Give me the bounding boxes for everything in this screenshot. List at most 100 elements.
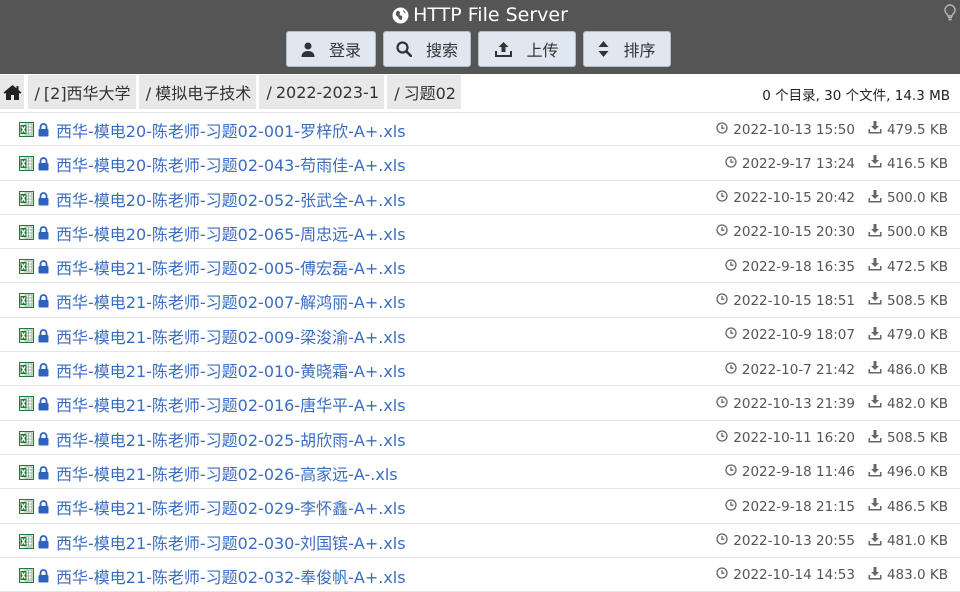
file-size: 416.5 KB (886, 155, 948, 172)
file-date: 2022-10-15 20:42 (733, 190, 855, 207)
file-name-link[interactable]: 西华-模电21-陈老师-习题02-026-高家远-A-.xls (56, 461, 398, 485)
download-icon[interactable] (868, 463, 882, 481)
file-name-link[interactable]: 西华-模电20-陈老师-习题02-065-周忠远-A+.xls (56, 221, 406, 245)
lock-icon (38, 156, 49, 175)
file-size: 500.0 KB (886, 190, 948, 207)
file-size: 486.0 KB (886, 361, 948, 378)
lock-icon (38, 293, 49, 312)
file-date: 2022-10-15 20:30 (733, 224, 855, 241)
file-row[interactable]: 西华-模电21-陈老师-习题02-025-胡欣雨-A+.xls 2022-10-1… (0, 421, 960, 455)
download-icon[interactable] (868, 361, 882, 378)
file-name-link[interactable]: 西华-模电20-陈老师-习题02-052-张武全-A+.xls (56, 187, 406, 211)
file-list: 西华-模电20-陈老师-习题02-001-罗梓欣-A+.xls 2022-10-1… (0, 112, 960, 592)
file-size: 508.5 KB (886, 430, 948, 447)
download-icon[interactable] (868, 258, 882, 275)
excel-file-icon (19, 464, 34, 484)
breadcrumb-label: 模拟电子技术 (155, 84, 252, 103)
lock-icon (38, 259, 49, 278)
download-icon[interactable] (868, 223, 882, 241)
file-row[interactable]: 西华-模电21-陈老师-习题02-007-解鸿丽-A+.xls 2022-10-1… (0, 283, 960, 318)
file-row[interactable]: 西华-模电21-陈老师-习题02-005-傅宏磊-A+.xls 2022-9-18… (0, 249, 960, 284)
file-size: 482.0 KB (886, 395, 948, 412)
lock-icon (38, 465, 49, 484)
file-name-link[interactable]: 西华-模电20-陈老师-习题02-043-苟雨佳-A+.xls (56, 152, 406, 176)
file-name-link[interactable]: 西华-模电21-陈老师-习题02-032-奉俊帆-A+.xls (56, 564, 406, 588)
lock-icon (38, 362, 49, 381)
file-row[interactable]: 西华-模电21-陈老师-习题02-010-黄晓霜-A+.xls 2022-10-7… (0, 352, 960, 387)
file-name-link[interactable]: 西华-模电21-陈老师-习题02-016-唐华平-A+.xls (56, 392, 406, 416)
file-name-link[interactable]: 西华-模电21-陈老师-习题02-030-刘国镔-A+.xls (56, 530, 406, 554)
file-row[interactable]: 西华-模电21-陈老师-习题02-030-刘国镔-A+.xls 2022-10-1… (0, 524, 960, 558)
file-name-link[interactable]: 西华-模电21-陈老师-习题02-005-傅宏磊-A+.xls (56, 255, 406, 279)
download-icon[interactable] (868, 429, 882, 447)
file-name-link[interactable]: 西华-模电21-陈老师-习题02-009-梁浚渝-A+.xls (56, 324, 406, 348)
file-row[interactable]: 西华-模电20-陈老师-习题02-052-张武全-A+.xls 2022-10-1… (0, 181, 960, 215)
login-button[interactable]: 登录 (286, 31, 376, 67)
search-button-label: 搜索 (425, 41, 458, 60)
upload-button-label: 上传 (526, 41, 559, 60)
excel-file-icon (19, 224, 34, 244)
file-date: 2022-10-11 16:20 (733, 430, 855, 447)
file-meta: 2022-9-18 11:46 496.0 KB (725, 463, 948, 481)
download-icon[interactable] (868, 292, 882, 309)
file-name-link[interactable]: 西华-模电21-陈老师-习题02-029-李怀鑫-A+.xls (56, 495, 406, 519)
file-date: 2022-10-13 21:39 (733, 395, 855, 412)
excel-file-icon (19, 362, 34, 381)
lightbulb-icon[interactable] (944, 4, 956, 25)
file-name-link[interactable]: 西华-模电21-陈老师-习题02-010-黄晓霜-A+.xls (56, 358, 406, 382)
clock-icon (725, 361, 737, 378)
sort-button[interactable]: 排序 (583, 31, 671, 67)
clock-icon (716, 293, 728, 309)
upload-button[interactable]: 上传 (478, 31, 576, 67)
lock-icon (38, 499, 49, 518)
lock-icon (38, 534, 49, 553)
breadcrumb-item[interactable]: / [2]西华大学 (28, 80, 136, 104)
breadcrumb-item[interactable]: / 习题02 (387, 80, 461, 104)
login-button-label: 登录 (328, 41, 361, 60)
download-icon[interactable] (868, 189, 882, 207)
file-row[interactable]: 西华-模电21-陈老师-习题02-026-高家远-A-.xls 2022-9-18… (0, 455, 960, 490)
download-icon[interactable] (868, 566, 882, 584)
file-date: 2022-10-15 18:51 (733, 292, 855, 309)
excel-file-icon (19, 396, 34, 415)
file-meta: 2022-9-18 16:35 472.5 KB (725, 258, 948, 275)
download-icon[interactable] (868, 395, 882, 412)
search-button[interactable]: 搜索 (383, 31, 471, 67)
file-meta: 2022-10-13 20:55 481.0 KB (716, 532, 948, 550)
file-row[interactable]: 西华-模电21-陈老师-习题02-029-李怀鑫-A+.xls 2022-9-18… (0, 489, 960, 524)
download-icon[interactable] (868, 121, 882, 138)
file-size: 479.5 KB (886, 121, 948, 138)
clock-icon (716, 396, 728, 412)
sort-icon (598, 41, 609, 57)
breadcrumb-item[interactable]: / 模拟电子技术 (139, 80, 256, 104)
file-name-link[interactable]: 西华-模电20-陈老师-习题02-001-罗梓欣-A+.xls (56, 118, 406, 142)
download-icon[interactable] (868, 498, 882, 515)
file-row[interactable]: 西华-模电21-陈老师-习题02-016-唐华平-A+.xls 2022-10-1… (0, 386, 960, 421)
breadcrumb-item[interactable]: /2022-2023-1 (259, 83, 384, 102)
download-icon[interactable] (868, 155, 882, 172)
excel-file-icon (19, 156, 34, 175)
home-icon[interactable] (0, 75, 24, 109)
file-row[interactable]: 西华-模电21-陈老师-习题02-032-奉俊帆-A+.xls 2022-10-1… (0, 558, 960, 592)
excel-file-icon (19, 327, 34, 347)
lock-icon (38, 431, 49, 450)
lock-icon (38, 396, 49, 415)
excel-file-icon (19, 430, 34, 450)
breadcrumb-label: 习题02 (403, 84, 456, 103)
file-name-link[interactable]: 西华-模电21-陈老师-习题02-025-胡欣雨-A+.xls (56, 427, 406, 451)
file-name-link[interactable]: 西华-模电21-陈老师-习题02-007-解鸿丽-A+.xls (56, 289, 406, 313)
download-icon[interactable] (868, 532, 882, 550)
file-date: 2022-10-13 20:55 (733, 533, 855, 550)
file-row[interactable]: 西华-模电20-陈老师-习题02-065-周忠远-A+.xls 2022-10-1… (0, 215, 960, 250)
download-icon[interactable] (868, 326, 882, 344)
file-row[interactable]: 西华-模电20-陈老师-习题02-001-罗梓欣-A+.xls 2022-10-1… (0, 112, 960, 147)
excel-file-icon (19, 293, 34, 312)
user-icon (301, 42, 315, 57)
lock-icon (38, 568, 49, 587)
lock-icon (38, 225, 49, 244)
clock-icon (716, 533, 728, 549)
file-size: 496.0 KB (886, 464, 948, 481)
file-row[interactable]: 西华-模电21-陈老师-习题02-009-梁浚渝-A+.xls 2022-10-9… (0, 318, 960, 353)
file-row[interactable]: 西华-模电20-陈老师-习题02-043-苟雨佳-A+.xls 2022-9-17… (0, 146, 960, 181)
file-date: 2022-9-18 11:46 (741, 464, 855, 481)
